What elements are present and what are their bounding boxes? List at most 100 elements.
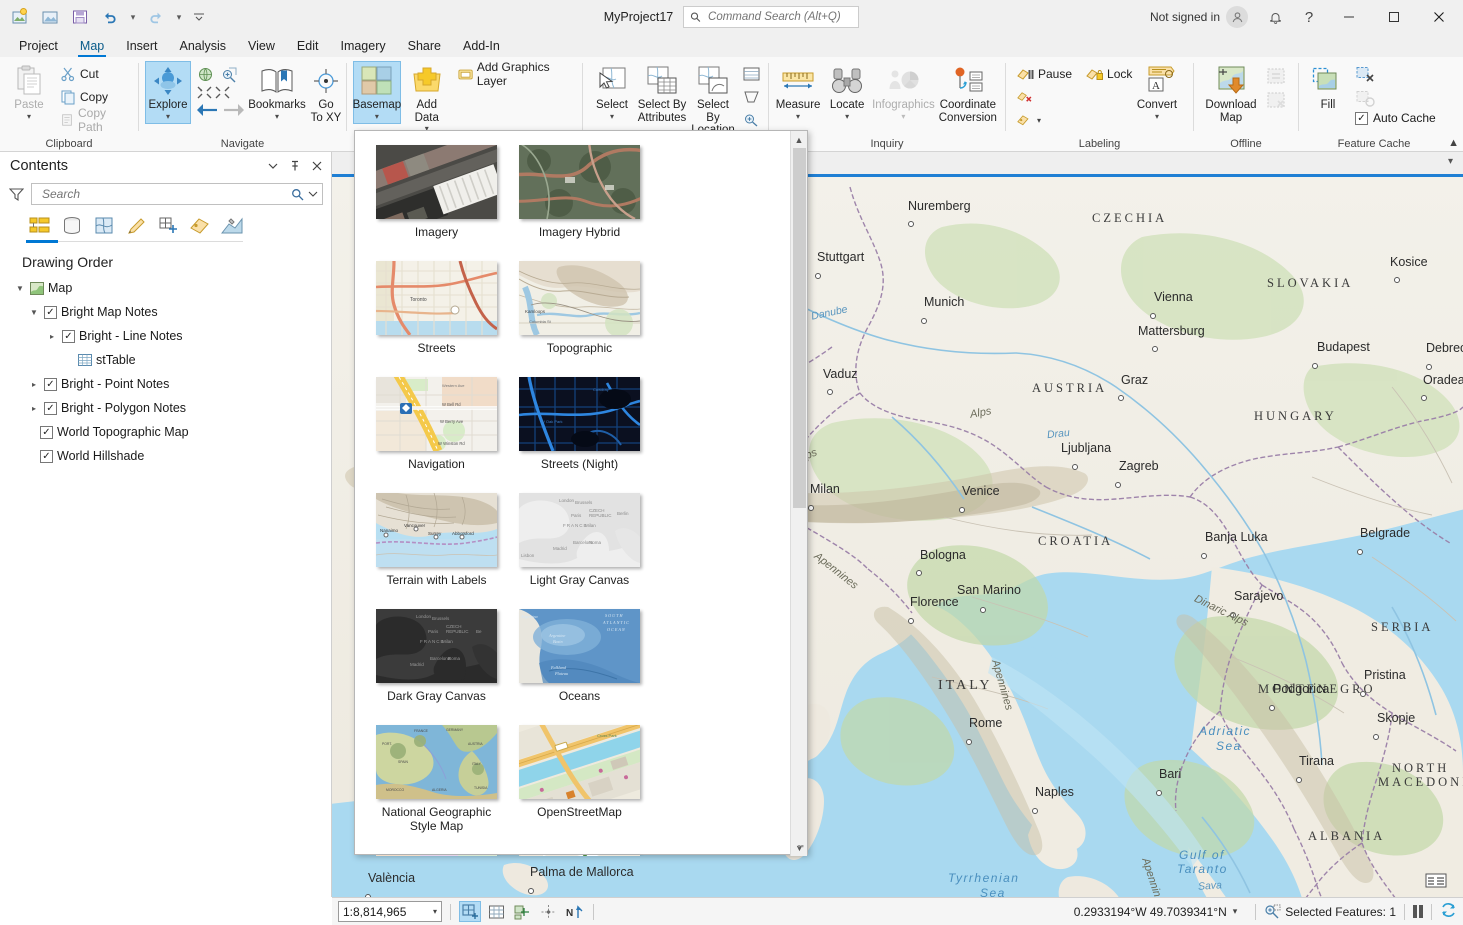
go-to-xy-button[interactable]: Go To XY [303,61,349,127]
basemap-item-imagery-hybrid[interactable]: Imagery Hybrid [508,141,651,243]
fill-cache-button[interactable]: Fill [1305,61,1351,115]
measure-caret-icon[interactable]: ▾ [796,113,800,121]
avatar[interactable] [1226,6,1248,28]
tab-map[interactable]: Map [69,35,115,57]
basemap-item-imagery[interactable]: Imagery [365,141,508,243]
list-by-drawing-order-icon[interactable] [28,214,52,238]
select-button[interactable]: Select ▾ [589,61,635,124]
auto-cache-checkbox[interactable]: ✓ Auto Cache [1354,111,1436,125]
open-project-icon[interactable] [36,4,64,30]
crosshair-icon[interactable] [537,901,559,922]
basemap-item-openstreetmap[interactable]: Cross Park OpenStreetMap [508,721,651,837]
map-scale-combobox[interactable]: 1:8,814,965 ▾ [338,901,442,922]
convert-caret-icon[interactable]: ▾ [1155,113,1159,121]
scroll-up-icon[interactable]: ▲ [791,131,807,148]
locate-button[interactable]: Locate ▾ [824,61,870,124]
contents-search-box[interactable] [31,183,323,205]
list-by-data-source-icon[interactable] [60,214,84,238]
select-by-attributes-button[interactable]: Select By Attributes [638,61,686,127]
cut-button[interactable]: Cut [55,63,132,85]
pause-labeling-button[interactable]: Pause [1012,63,1077,85]
undo-icon[interactable] [96,4,124,30]
measure-button[interactable]: Measure ▾ [775,61,821,124]
help-icon[interactable]: ? [1292,0,1326,34]
basemap-item-streets-night[interactable]: W Oak Park Cowdray Streets (Night) [508,373,651,475]
lock-labeling-button[interactable]: Lock [1081,63,1137,85]
tab-project[interactable]: Project [8,35,69,57]
list-by-labeling-icon[interactable] [188,214,212,238]
save-project-icon[interactable] [66,4,94,30]
clear-cache-icon[interactable] [1354,63,1376,85]
list-by-editing-icon[interactable] [124,214,148,238]
collapse-ribbon-icon[interactable]: ▲ [1448,137,1459,149]
layer-visibility-checkbox[interactable]: ✓ [40,450,53,463]
expand-twisty-icon[interactable]: ▸ [28,404,40,413]
redo-dropdown-icon[interactable]: ▾ [172,4,186,30]
scale-dropdown-icon[interactable]: ▾ [433,907,437,916]
tree-item-bright-polygon-notes[interactable]: ▸ ✓ Bright - Polygon Notes [10,396,331,420]
scrollbar-thumb[interactable] [793,148,806,508]
layer-visibility-checkbox[interactable]: ✓ [40,426,53,439]
download-map-button[interactable]: Download Map [1200,61,1262,127]
tab-addin[interactable]: Add-In [452,35,511,57]
basemap-item-topographic[interactable]: Kamloops Columbia St Topographic [508,257,651,359]
basemap-item-streets[interactable]: Toronto Streets [365,257,508,359]
explore-button[interactable]: Explore ▾ [145,61,191,124]
basemap-item-charted-territory[interactable]: SPAINITALYTURKEYRUSSIA ALGERIALIBYAEGYPT… [365,851,508,856]
layer-visibility-checkbox[interactable]: ✓ [62,330,75,343]
contents-menu-chevron-icon[interactable] [263,156,283,176]
tab-insert[interactable]: Insert [115,35,168,57]
command-search-box[interactable] [683,6,859,28]
close-button[interactable] [1416,0,1461,34]
coordinate-conversion-button[interactable]: Coordinate Conversion [937,61,999,127]
locate-caret-icon[interactable]: ▾ [845,113,849,121]
layer-visibility-checkbox[interactable]: ✓ [44,306,57,319]
label-style-button[interactable]: ▾ [1012,109,1046,131]
tree-item-bright-line-notes[interactable]: ▸ ✓ Bright - Line Notes [10,324,331,348]
basemap-item-navigation[interactable]: W Bell Rd W Berry Ave W Winston Rd Weste… [365,373,508,475]
grid-icon[interactable] [485,901,507,922]
tab-analysis[interactable]: Analysis [169,35,238,57]
tree-item-world-topographic-map[interactable]: ✓ World Topographic Map [10,420,331,444]
coordinate-dropdown-icon[interactable]: ▾ [1233,906,1238,917]
remove-labeling-button[interactable] [1012,86,1038,108]
expand-twisty-icon[interactable]: ▸ [28,380,40,389]
north-arrow-icon[interactable]: N [563,901,585,922]
paste-button[interactable]: Paste ▾ [6,61,52,124]
tree-item-world-hillshade[interactable]: ✓ World Hillshade [10,444,331,468]
expand-twisty-icon[interactable]: ▸ [46,332,58,341]
bookmarks-caret-icon[interactable]: ▾ [275,113,279,121]
tab-edit[interactable]: Edit [286,35,330,57]
basemap-item-community-map[interactable]: Practice Field Community Map [508,851,651,856]
basemap-item-light-gray-canvas[interactable]: LondonBrussels ParisCZECHREPUBLIC FRANCE… [508,489,651,591]
tree-item-bright-point-notes[interactable]: ▸ ✓ Bright - Point Notes [10,372,331,396]
basemap-caret-icon[interactable]: ▾ [375,113,379,121]
redo-icon[interactable] [142,4,170,30]
list-by-selection-icon[interactable] [92,214,116,238]
contents-pin-icon[interactable] [285,156,305,176]
basemap-gallery-scrollbar[interactable]: ▲ ▼ [790,131,807,856]
list-by-snapping-icon[interactable] [156,214,180,238]
select-by-polygon-icon[interactable] [740,86,762,108]
list-by-charts-icon[interactable] [220,214,244,238]
paste-caret-icon[interactable]: ▾ [27,113,31,121]
minimize-button[interactable] [1326,0,1371,34]
add-graphics-layer-button[interactable]: Add Graphics Layer [453,63,576,85]
new-project-icon[interactable] [6,4,34,30]
basemap-button[interactable]: Basemap ▾ [353,61,401,124]
customize-qat-icon[interactable] [188,4,210,30]
undo-dropdown-icon[interactable]: ▾ [126,4,140,30]
layer-visibility-checkbox[interactable]: ✓ [44,402,57,415]
attribution-icon[interactable] [1425,871,1447,889]
view-tabs-chevron-icon[interactable]: ▾ [1448,156,1453,167]
tree-item-sttable[interactable]: stTable [10,348,331,372]
tab-imagery[interactable]: Imagery [329,35,396,57]
refresh-button[interactable] [1440,902,1457,921]
map-scale-selected-icon[interactable] [459,901,481,922]
tree-item-bright-map-notes[interactable]: ▼ ✓ Bright Map Notes [10,300,331,324]
contents-search-input[interactable] [40,186,291,202]
copy-button[interactable]: Copy [55,86,132,108]
tab-share[interactable]: Share [397,35,452,57]
command-search-input[interactable] [706,10,852,24]
select-by-location-button[interactable]: Select By Location [689,61,737,140]
